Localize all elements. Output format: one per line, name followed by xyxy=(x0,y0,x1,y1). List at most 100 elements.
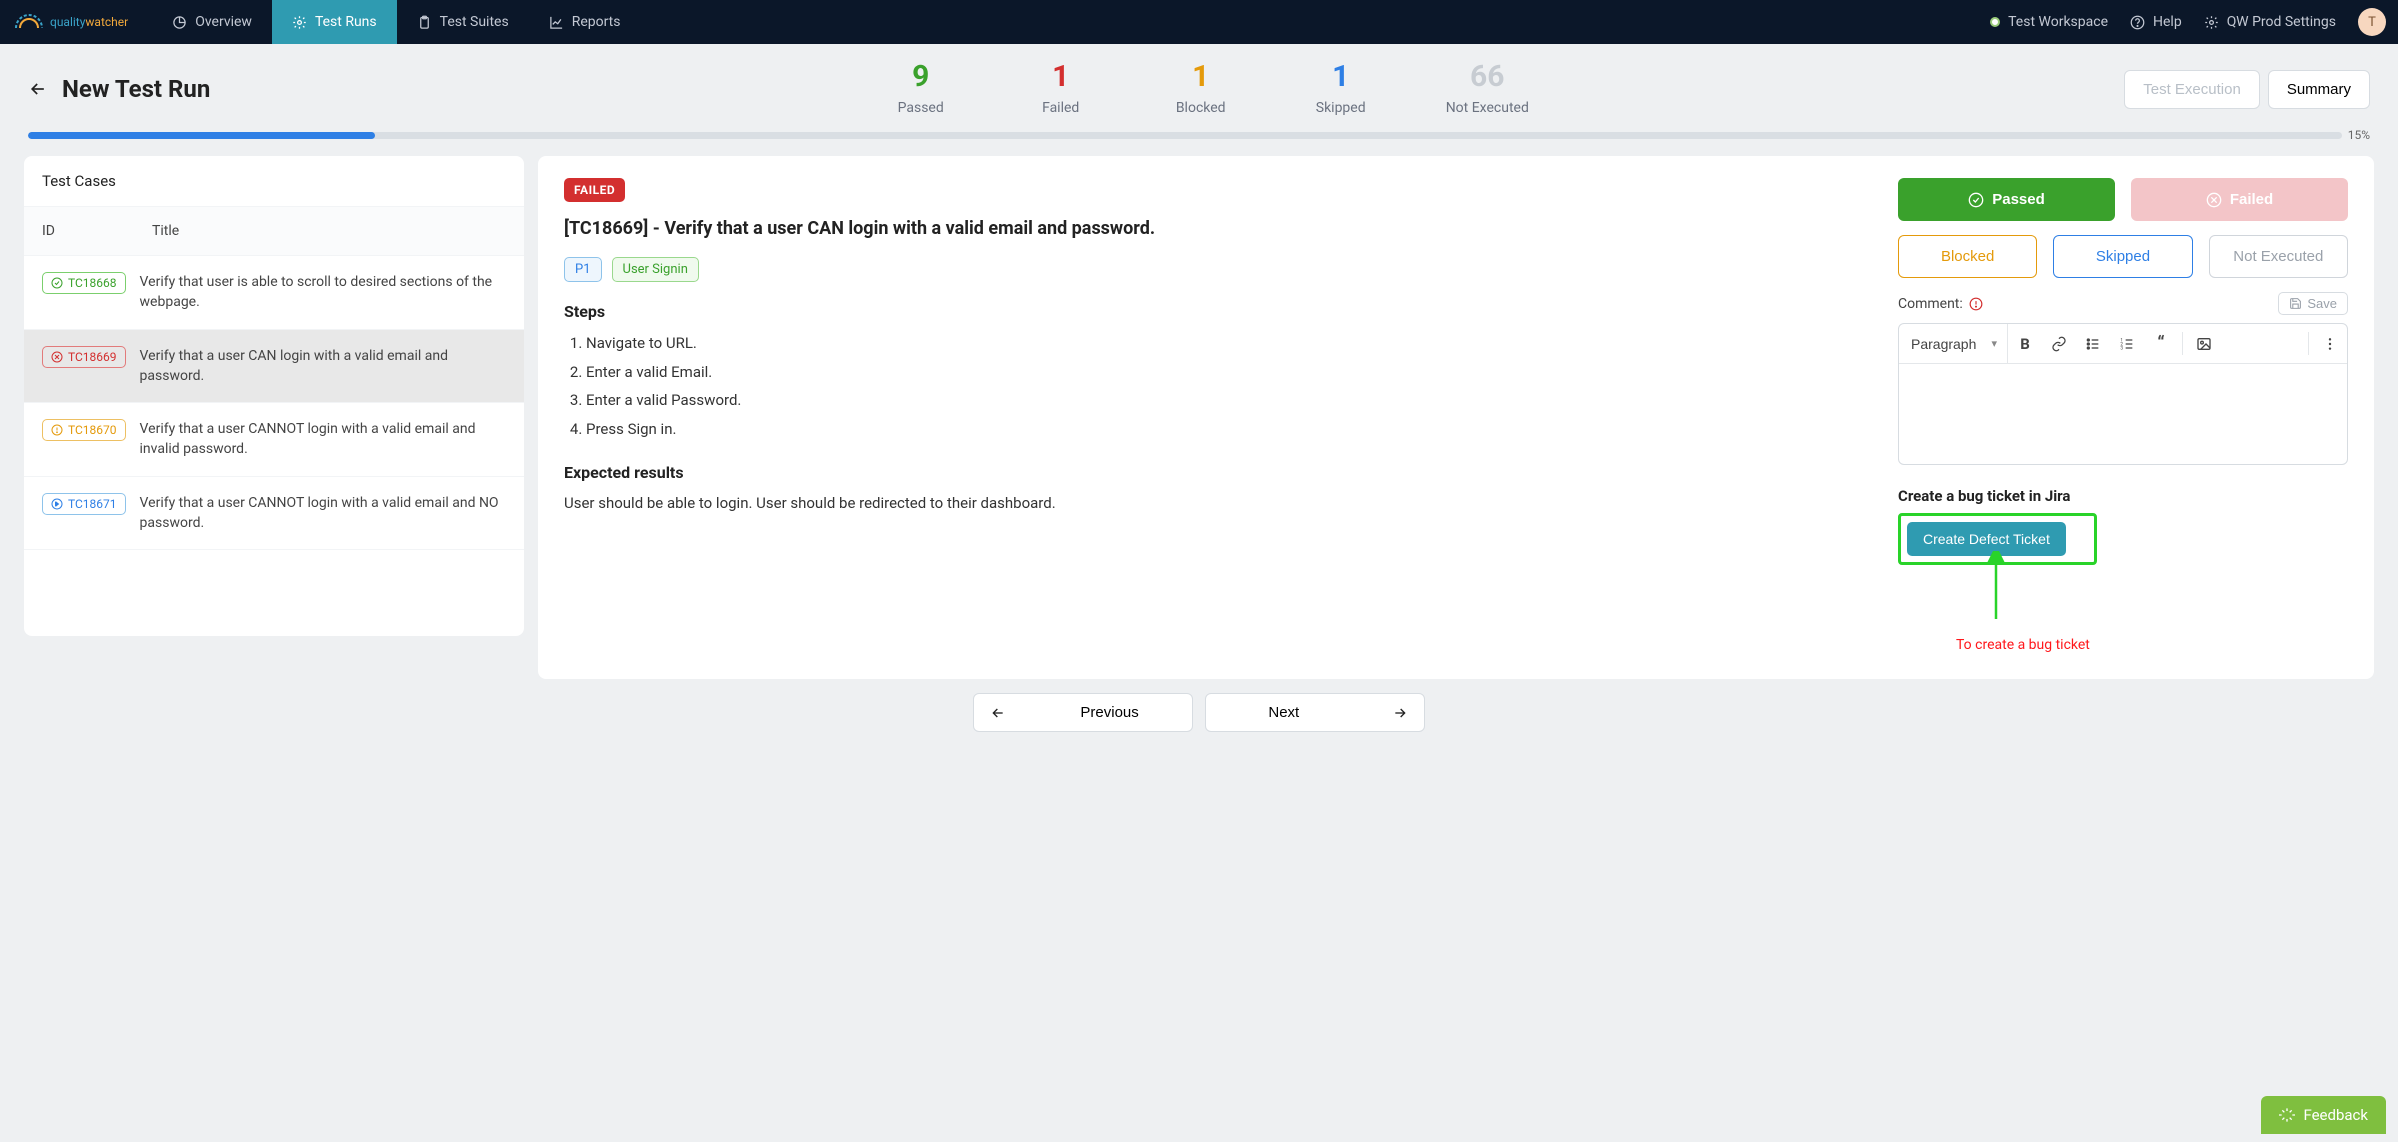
nav-tab-label: Overview xyxy=(195,14,252,30)
test-cases-cols: ID Title xyxy=(24,207,524,256)
check-circle-icon xyxy=(51,277,63,289)
nav-tab-overview[interactable]: Overview xyxy=(152,0,272,44)
pie-icon xyxy=(172,15,187,30)
warning-icon xyxy=(1969,297,1983,311)
test-case-title: Verify that a user CANNOT login with a v… xyxy=(140,493,506,534)
mark-failed-button[interactable]: Failed xyxy=(2131,178,2348,221)
test-case-row[interactable]: TC18670 Verify that a user CANNOT login … xyxy=(24,403,524,477)
expected-text: User should be able to login. User shoul… xyxy=(564,492,1858,515)
progress: 15% xyxy=(0,124,2398,142)
detail-right: Passed Failed Blocked Skipped Not Execut… xyxy=(1898,178,2348,653)
jira-heading: Create a bug ticket in Jira xyxy=(1898,487,2348,505)
step-item: Enter a valid Password. xyxy=(586,386,1858,415)
comment-textarea[interactable] xyxy=(1899,364,2347,464)
mark-blocked-button[interactable]: Blocked xyxy=(1898,235,2037,278)
stat-label: Blocked xyxy=(1166,100,1236,116)
chart-icon xyxy=(549,15,564,30)
detail-chips: P1 User Signin xyxy=(564,257,1858,282)
view-btn-summary[interactable]: Summary xyxy=(2268,70,2370,109)
feedback-button[interactable]: Feedback xyxy=(2261,1096,2386,1134)
mark-skipped-button[interactable]: Skipped xyxy=(2053,235,2192,278)
logo[interactable]: qualitywatcher xyxy=(12,12,128,32)
logo-icon xyxy=(12,12,46,32)
help-link[interactable]: Help xyxy=(2130,14,2182,30)
comment-editor: Paragraph B 123 “ xyxy=(1898,323,2348,465)
svg-text:3: 3 xyxy=(2120,345,2123,351)
step-item: Press Sign in. xyxy=(586,415,1858,444)
numbered-list-button[interactable]: 123 xyxy=(2110,324,2144,363)
run-stats: 9 Passed 1 Failed 1 Blocked 1 Skipped 66… xyxy=(806,62,1529,116)
clipboard-icon xyxy=(417,15,432,30)
help-label: Help xyxy=(2153,14,2182,30)
mark-notexec-button[interactable]: Not Executed xyxy=(2209,235,2348,278)
bullet-list-button[interactable] xyxy=(2076,324,2110,363)
nav-tab-test-runs[interactable]: Test Runs xyxy=(272,0,397,44)
arrow-right-icon xyxy=(1392,705,1408,721)
progress-fill xyxy=(28,132,375,139)
test-case-row[interactable]: TC18671 Verify that a user CANNOT login … xyxy=(24,477,524,551)
skip-circle-icon xyxy=(51,498,63,510)
stat-failed: 1 Failed xyxy=(1026,62,1096,116)
steps-list: Navigate to URL. Enter a valid Email. En… xyxy=(586,329,1858,443)
stat-value: 1 xyxy=(1306,62,1376,92)
tag-chip: User Signin xyxy=(612,257,699,282)
settings-label: QW Prod Settings xyxy=(2227,14,2336,30)
avatar[interactable]: T xyxy=(2358,8,2386,36)
action-row-primary: Passed Failed xyxy=(1898,178,2348,221)
top-nav: qualitywatcher Overview Test Runs Test S… xyxy=(0,0,2398,44)
content: Test Cases ID Title TC18668 Verify that … xyxy=(0,142,2398,683)
header-bar: New Test Run 9 Passed 1 Failed 1 Blocked… xyxy=(0,44,2398,124)
test-case-row[interactable]: TC18669 Verify that a user CAN login wit… xyxy=(24,330,524,404)
comment-label: Comment: xyxy=(1898,296,1983,312)
test-case-id: TC18669 xyxy=(68,350,117,364)
test-case-id: TC18670 xyxy=(68,423,117,437)
view-btn-execution[interactable]: Test Execution xyxy=(2124,70,2260,109)
expected-heading: Expected results xyxy=(564,463,1858,482)
stat-label: Not Executed xyxy=(1446,100,1529,116)
nav-tab-label: Reports xyxy=(572,14,621,30)
stat-value: 66 xyxy=(1446,62,1529,92)
test-cases-panel: Test Cases ID Title TC18668 Verify that … xyxy=(24,156,524,636)
next-button[interactable]: Next xyxy=(1205,693,1425,732)
workspace-dot-icon xyxy=(1990,17,2000,27)
x-circle-icon xyxy=(2206,192,2222,208)
link-icon xyxy=(2051,336,2067,352)
step-item: Navigate to URL. xyxy=(586,329,1858,358)
numbered-list-icon: 123 xyxy=(2119,336,2135,352)
test-case-row[interactable]: TC18668 Verify that user is able to scro… xyxy=(24,256,524,330)
editor-toolbar: Paragraph B 123 “ xyxy=(1899,324,2347,364)
stat-value: 9 xyxy=(886,62,956,92)
kebab-icon xyxy=(2322,336,2338,352)
stat-value: 1 xyxy=(1026,62,1096,92)
priority-chip: P1 xyxy=(564,257,602,282)
workspace-selector[interactable]: Test Workspace xyxy=(1990,14,2108,30)
save-comment-button[interactable]: Save xyxy=(2278,292,2348,315)
nav-tab-test-suites[interactable]: Test Suites xyxy=(397,0,529,44)
detail-panel: FAILED [TC18669] - Verify that a user CA… xyxy=(538,156,2374,679)
stat-value: 1 xyxy=(1166,62,1236,92)
format-select-wrap[interactable]: Paragraph xyxy=(1899,324,2008,363)
nav-tabs: Overview Test Runs Test Suites Reports xyxy=(152,0,640,44)
nav-tab-label: Test Runs xyxy=(315,14,377,30)
quote-button[interactable]: “ xyxy=(2144,324,2178,363)
link-button[interactable] xyxy=(2042,324,2076,363)
view-switch: Test Execution Summary xyxy=(2124,70,2370,109)
back-arrow-icon[interactable] xyxy=(28,79,48,99)
test-case-title: Verify that a user CAN login with a vali… xyxy=(140,346,506,387)
test-case-title: Verify that user is able to scroll to de… xyxy=(140,272,506,313)
stat-label: Passed xyxy=(886,100,956,116)
image-button[interactable] xyxy=(2187,324,2221,363)
previous-button[interactable]: Previous xyxy=(973,693,1193,732)
bold-button[interactable]: B xyxy=(2008,324,2042,363)
stat-blocked: 1 Blocked xyxy=(1166,62,1236,116)
format-select[interactable]: Paragraph xyxy=(1899,324,2007,363)
more-button[interactable] xyxy=(2313,324,2347,363)
stat-label: Skipped xyxy=(1306,100,1376,116)
step-item: Enter a valid Email. xyxy=(586,358,1858,387)
nav-tab-reports[interactable]: Reports xyxy=(529,0,641,44)
comment-head: Comment: Save xyxy=(1898,292,2348,315)
stat-label: Failed xyxy=(1026,100,1096,116)
mark-passed-button[interactable]: Passed xyxy=(1898,178,2115,221)
settings-link[interactable]: QW Prod Settings xyxy=(2204,14,2336,30)
save-icon xyxy=(2289,297,2302,310)
